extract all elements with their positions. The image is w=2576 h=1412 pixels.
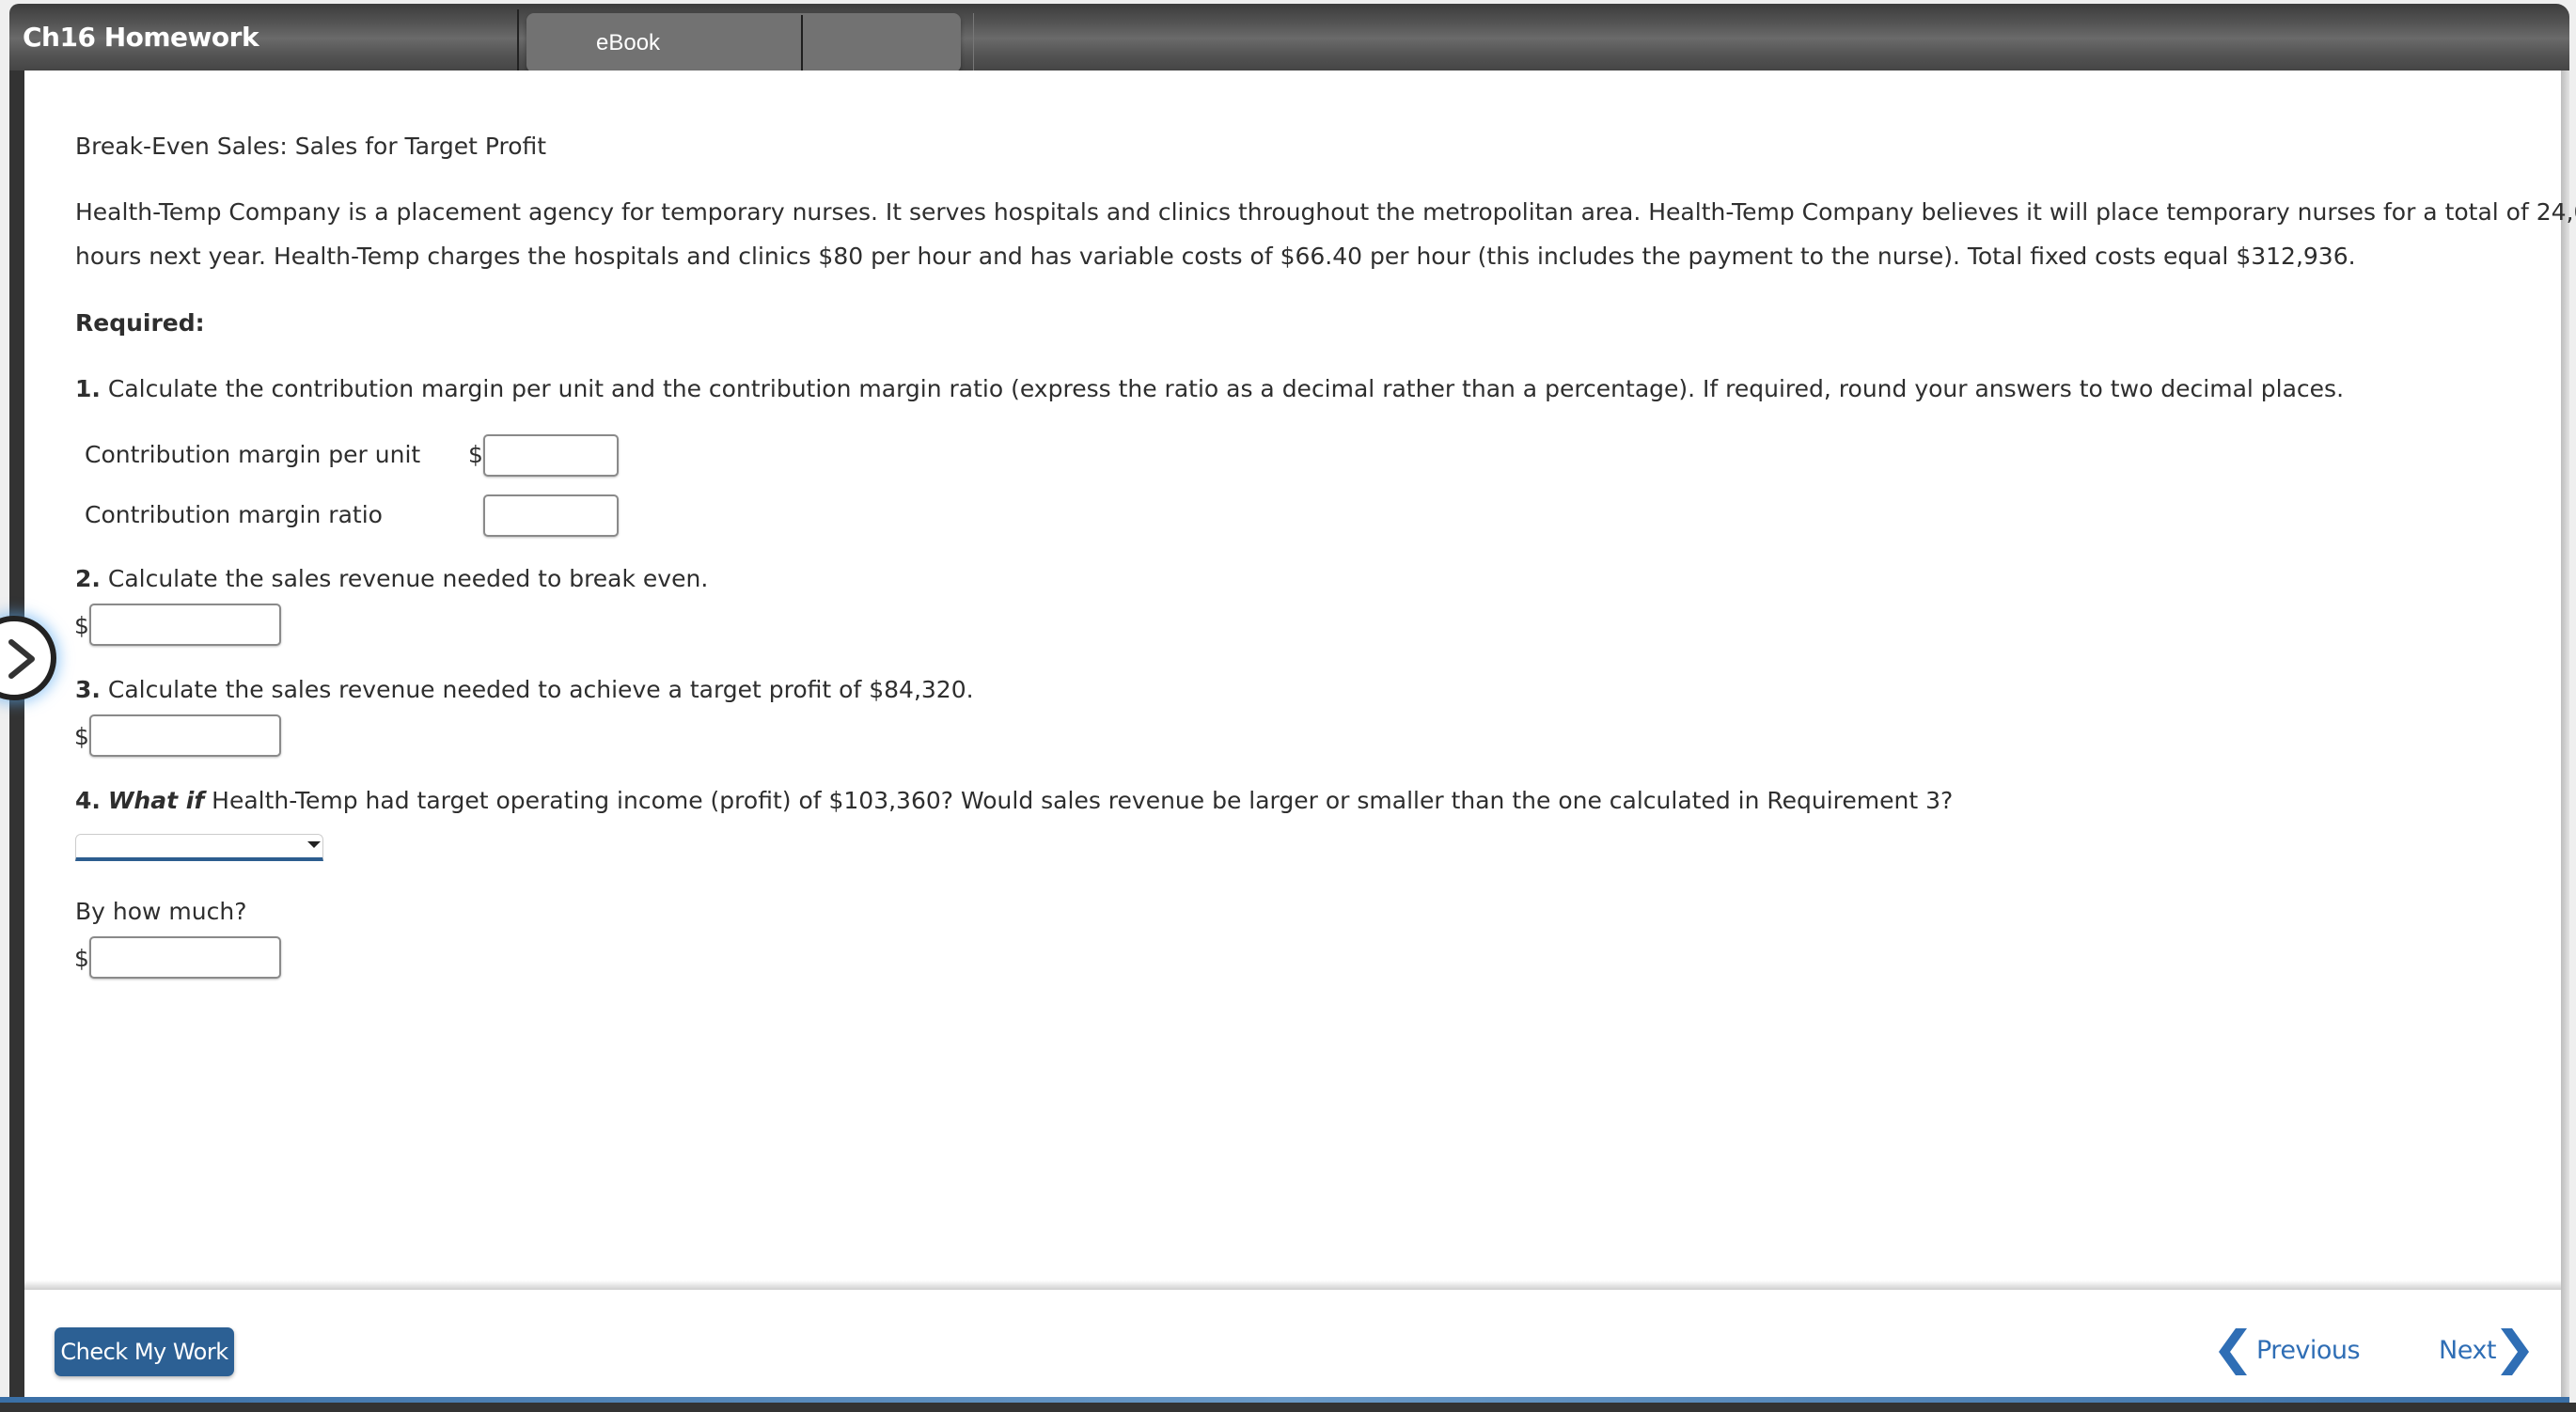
- cm-per-unit-input[interactable]: [483, 434, 619, 477]
- question-3-text: Calculate the sales revenue needed to ac…: [107, 676, 974, 703]
- tab-separator: [973, 13, 974, 72]
- question-4-text: Health-Temp had target operating income …: [212, 787, 1954, 814]
- question-4: 4. What if Health-Temp had target operat…: [75, 787, 1953, 814]
- left-gutter: [0, 0, 9, 1412]
- break-even-sales-input[interactable]: [89, 604, 281, 646]
- question-2-number: 2.: [75, 565, 101, 592]
- question-2: 2. Calculate the sales revenue needed to…: [75, 565, 708, 592]
- check-my-work-button[interactable]: Check My Work: [55, 1327, 234, 1376]
- cm-per-unit-label: Contribution margin per unit: [85, 441, 421, 468]
- question-4-number: 4.: [75, 787, 101, 814]
- cm-ratio-label: Contribution margin ratio: [85, 501, 383, 528]
- required-label: Required:: [75, 309, 205, 337]
- next-button[interactable]: Next: [2439, 1325, 2533, 1377]
- currency-symbol: $: [74, 723, 89, 750]
- left-rail: [9, 71, 24, 1398]
- chevron-right-icon: [8, 639, 35, 679]
- previous-label: Previous: [2256, 1336, 2361, 1365]
- target-profit-sales-input[interactable]: [89, 714, 281, 757]
- by-how-much-label: By how much?: [75, 898, 247, 925]
- problem-paragraph-line-1: Health-Temp Company is a placement agenc…: [75, 198, 2576, 226]
- problem-paragraph-line-2: hours next year. Health-Temp charges the…: [75, 243, 2356, 270]
- currency-symbol: $: [74, 945, 89, 972]
- question-3: 3. Calculate the sales revenue needed to…: [75, 676, 974, 703]
- tab-group: eBook: [526, 13, 961, 72]
- cm-ratio-input[interactable]: [483, 494, 619, 537]
- next-label: Next: [2439, 1336, 2496, 1365]
- tab-blank[interactable]: [803, 13, 961, 72]
- right-scroll-edge: [2561, 71, 2569, 1398]
- question-2-text: Calculate the sales revenue needed to br…: [107, 565, 709, 592]
- question-1: 1. Calculate the contribution margin per…: [75, 375, 2344, 402]
- chevron-left-icon: [2219, 1328, 2247, 1375]
- difference-amount-input[interactable]: [89, 936, 281, 979]
- problem-title: Break-Even Sales: Sales for Target Profi…: [75, 133, 547, 160]
- question-content: Break-Even Sales: Sales for Target Profi…: [24, 71, 2576, 1285]
- question-3-number: 3.: [75, 676, 101, 703]
- question-1-number: 1.: [75, 375, 101, 402]
- currency-symbol: $: [74, 612, 89, 639]
- question-4-emphasis: What if: [107, 787, 205, 814]
- question-1-text: Calculate the contribution margin per un…: [107, 375, 2345, 402]
- footer-divider: [24, 1280, 2561, 1290]
- chevron-right-icon: [2501, 1328, 2529, 1375]
- assignment-header: Ch16 Homework eBook: [9, 4, 2569, 72]
- bottom-bar: [0, 1403, 2576, 1412]
- tab-separator: [517, 9, 519, 71]
- tab-ebook[interactable]: eBook: [526, 13, 801, 72]
- footer: [24, 1290, 2561, 1398]
- larger-smaller-dropdown[interactable]: [75, 834, 323, 861]
- currency-symbol: $: [468, 441, 483, 468]
- previous-button[interactable]: Previous: [2217, 1325, 2367, 1377]
- caret-down-icon: [307, 841, 321, 848]
- assignment-title: Ch16 Homework: [23, 22, 259, 53]
